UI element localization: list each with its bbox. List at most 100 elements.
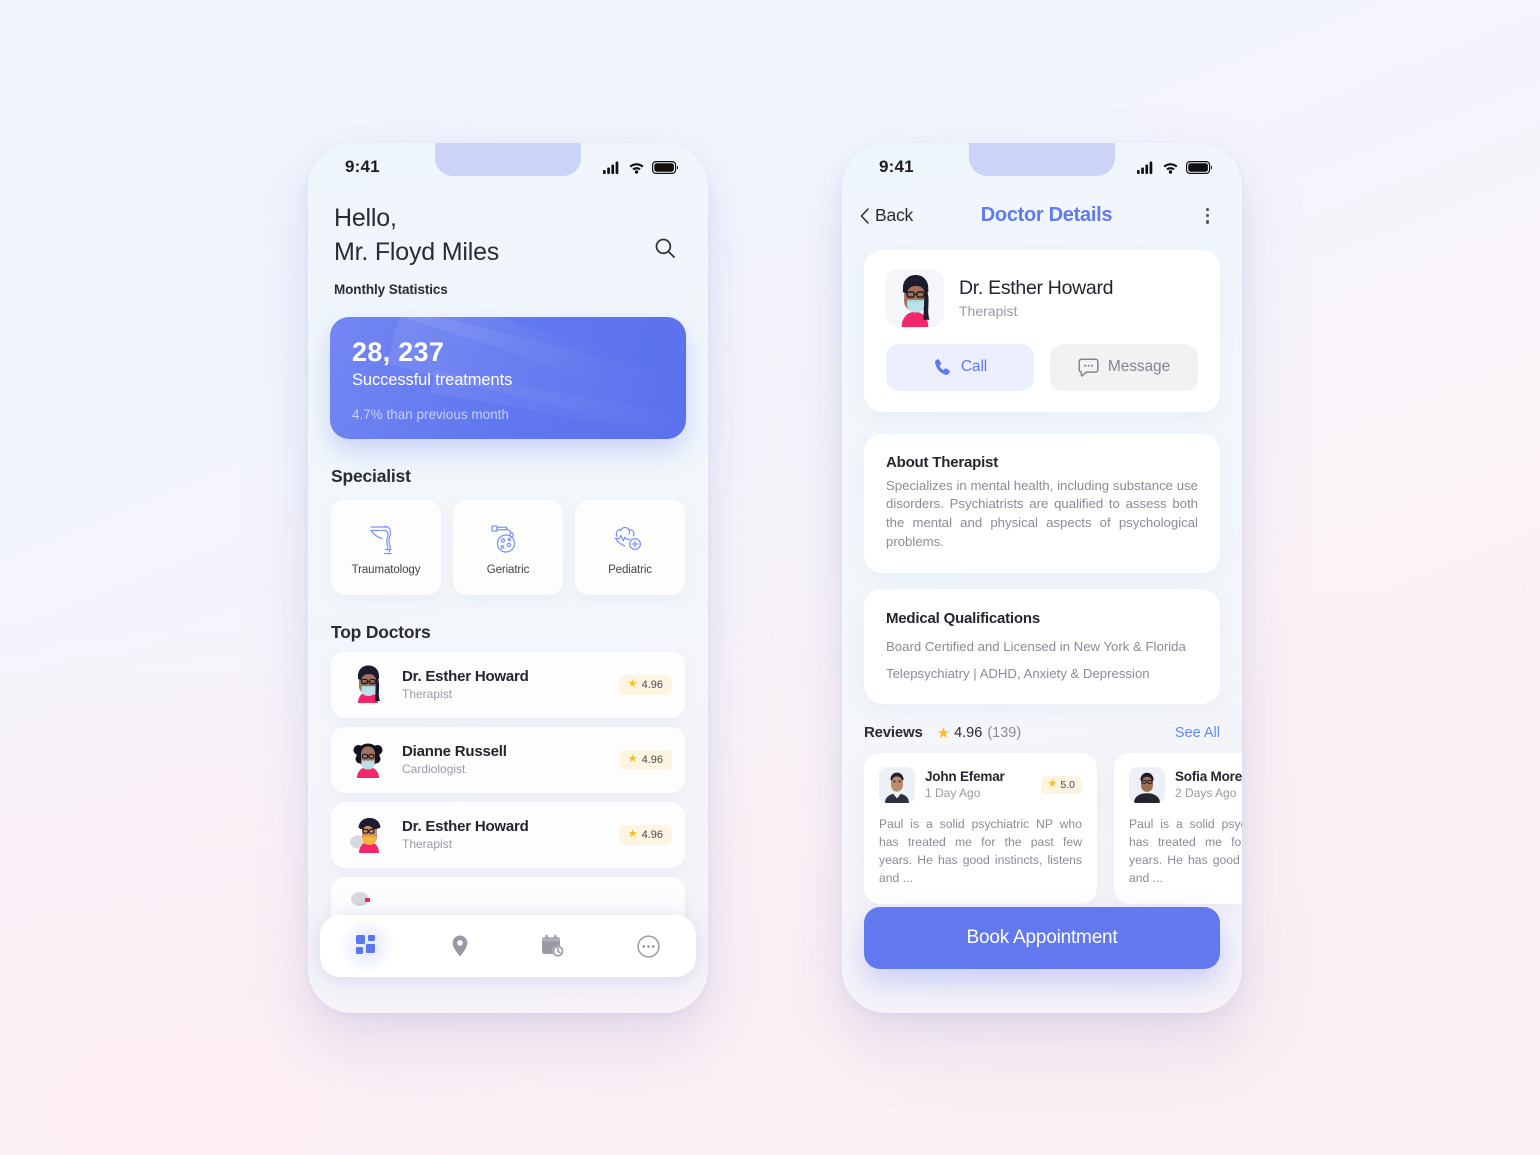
review-rating-badge: ★ 5.0 <box>1040 775 1082 794</box>
female-doctor-afro-mask-avatar <box>353 743 383 778</box>
qualifications-title: Medical Qualifications <box>886 609 1040 627</box>
man-glasses-avatar <box>1129 766 1165 803</box>
qualification-line: Board Certified and Licensed in New York… <box>886 638 1186 654</box>
status-icons <box>1137 160 1212 174</box>
wifi-icon <box>629 162 644 174</box>
home-header: Hello, Mr. Floyd Miles Monthly Statistic… <box>308 191 708 297</box>
review-text: Paul is a solid psychiatric NP who has t… <box>1129 816 1242 886</box>
kebab-dot <box>1205 220 1209 224</box>
kebab-dot <box>1205 208 1209 212</box>
message-button[interactable]: Message <box>1050 343 1198 391</box>
doctor-list-item[interactable]: Dianne Russell Cardiologist ★ 4.96 <box>331 726 685 793</box>
doctor-role: Therapist <box>402 687 453 701</box>
doctor-list-item[interactable]: Dr. Esther Howard Therapist ★ 4.96 <box>331 651 685 718</box>
specialist-card-traumatology[interactable]: Traumatology <box>331 499 441 595</box>
female-doctor-glasses-mask-avatar <box>886 268 944 327</box>
search-icon <box>655 238 675 259</box>
dropper-petri-dish-icon <box>491 524 516 553</box>
knee-leg-icon <box>370 525 392 554</box>
status-time: 9:41 <box>879 157 914 176</box>
top-doctors-section-title: Top Doctors <box>331 621 431 642</box>
back-button[interactable]: Back <box>860 205 913 226</box>
nav-item-location[interactable] <box>436 926 484 966</box>
status-time: 9:41 <box>345 157 380 176</box>
nav-item-dashboard[interactable] <box>342 927 392 965</box>
doctor-name: Dr. Esther Howard <box>959 276 1114 299</box>
call-label: Call <box>960 358 988 376</box>
stat-description: Successful treatments <box>352 370 513 389</box>
doctor-rating-badge: ★ 4.96 <box>618 749 672 770</box>
status-bar-home: 9:41 <box>308 143 708 191</box>
heart-plus-icon <box>614 526 642 550</box>
reviews-score-value: 4.96 <box>954 724 983 741</box>
doctor-rating-value: 4.96 <box>641 753 663 766</box>
nav-item-schedule[interactable] <box>527 926 579 966</box>
back-label: Back <box>875 205 914 226</box>
nav-item-more[interactable] <box>623 927 674 966</box>
reviews-header: Reviews ★ 4.96 (139) See All <box>864 724 1220 742</box>
review-time: 2 Days Ago <box>1175 786 1237 800</box>
monthly-statistics-card[interactable]: 28, 237 Successful treatments 4.7% than … <box>330 316 686 439</box>
more-circle-icon <box>637 934 660 958</box>
qualification-line: Telepsychiatry | ADHD, Anxiety & Depress… <box>886 665 1150 681</box>
signal-bars-icon <box>603 161 619 174</box>
chat-bubble-icon <box>1078 358 1099 377</box>
star-icon: ★ <box>936 724 951 742</box>
specialist-card-geriatric[interactable]: Geriatric <box>453 499 563 595</box>
review-time: 1 Day Ago <box>925 786 981 800</box>
about-therapist-card: About Therapist Specializes in mental he… <box>864 433 1220 573</box>
signal-bars-icon <box>1137 161 1153 174</box>
map-pin-icon <box>452 935 468 957</box>
reviews-count: (139) <box>987 724 1022 741</box>
about-text: Specializes in mental health, including … <box>886 477 1198 549</box>
doctor-name: Dr. Esther Howard <box>402 818 529 835</box>
review-card[interactable]: Sofia Moreno 2 Days Ago Paul is a solid … <box>1114 752 1242 904</box>
man-suit-avatar <box>879 766 915 803</box>
call-button[interactable]: Call <box>886 343 1034 391</box>
chevron-left-icon <box>860 208 869 224</box>
status-bar-details: 9:41 <box>842 143 1242 191</box>
specialist-label: Geriatric <box>486 563 530 576</box>
kebab-dot <box>1205 214 1209 218</box>
phone-doctor-details-screen: 9:41 Back Doctor Details Dr. Esther Howa… <box>842 143 1242 1013</box>
review-rating-value: 5.0 <box>1060 778 1075 791</box>
stat-number: 28, 237 <box>352 336 445 367</box>
medical-qualifications-card: Medical Qualifications Board Certified a… <box>864 588 1220 704</box>
top-doctors-list: Dr. Esther Howard Therapist ★ 4.96 Diann… <box>308 643 708 943</box>
kebab-menu-icon[interactable] <box>1198 202 1217 230</box>
greeting-line-1: Hello, <box>334 204 397 232</box>
doctor-rating-badge: ★ 4.96 <box>618 674 672 695</box>
star-icon: ★ <box>627 753 638 765</box>
female-doctor-glasses-mask-avatar <box>358 665 380 703</box>
doctor-rating-badge: ★ 4.96 <box>618 824 672 845</box>
reviewer-name: John Efemar <box>925 769 1005 784</box>
reviews-label: Reviews <box>864 724 923 741</box>
stat-comparison-note: 4.7% than previous month <box>352 406 509 422</box>
see-all-reviews-link[interactable]: See All <box>1175 725 1220 741</box>
doctor-role: Therapist <box>959 302 1018 319</box>
search-button[interactable] <box>648 203 682 297</box>
reviews-list[interactable]: John Efemar 1 Day Ago ★ 5.0 Paul is a so… <box>864 752 1242 904</box>
review-card[interactable]: John Efemar 1 Day Ago ★ 5.0 Paul is a so… <box>864 752 1097 904</box>
book-appointment-button[interactable]: Book Appointment <box>864 907 1220 969</box>
doctor-rating-value: 4.96 <box>641 678 663 691</box>
phone-icon <box>934 358 950 375</box>
doctor-cap-orange-mask-avatar <box>350 817 381 853</box>
specialist-card-pediatric[interactable]: Pediatric <box>575 499 685 595</box>
calendar-clock-icon <box>542 934 564 957</box>
wifi-icon <box>1163 162 1178 174</box>
doctor-rating-value: 4.96 <box>641 828 663 841</box>
page-title: Doctor Details <box>980 204 1113 227</box>
star-icon: ★ <box>627 678 638 690</box>
doctor-list-item[interactable]: Dr. Esther Howard Therapist ★ 4.96 <box>331 801 685 868</box>
specialist-label: Pediatric <box>608 563 652 576</box>
doctor-profile-card: Dr. Esther Howard Therapist Call Message <box>864 249 1220 412</box>
battery-icon <box>652 160 678 174</box>
doctor-role: Cardiologist <box>402 762 466 776</box>
doctor-name: Dianne Russell <box>402 743 507 760</box>
specialist-section-title: Specialist <box>331 465 411 486</box>
bottom-navigation-bar <box>320 915 696 977</box>
greeting-user-name: Mr. Floyd Miles <box>334 238 500 267</box>
monthly-statistics-label: Monthly Statistics <box>334 281 448 297</box>
star-icon: ★ <box>1047 778 1058 790</box>
